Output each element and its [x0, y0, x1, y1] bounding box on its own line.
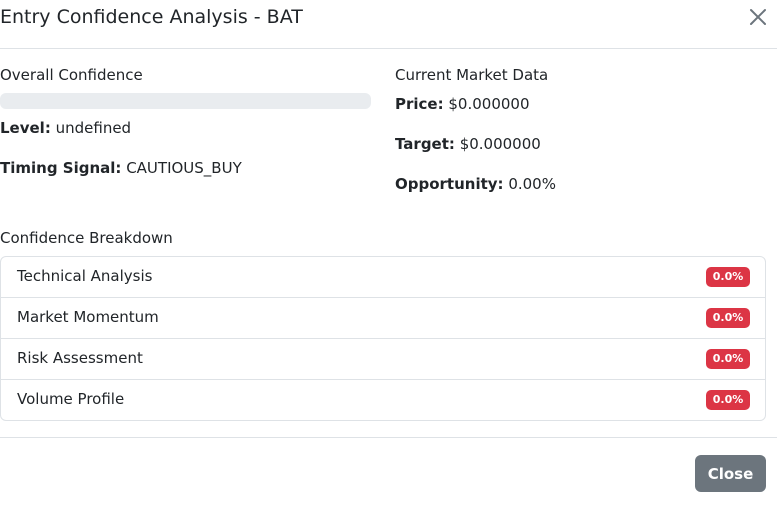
price-row: Price: $0.000000 [395, 95, 530, 113]
entry-confidence-modal: Entry Confidence Analysis - BAT Overall … [0, 0, 777, 505]
timing-signal-value: CAUTIOUS_BUY [126, 159, 242, 177]
breakdown-item-label: Technical Analysis [17, 267, 153, 285]
level-value: undefined [55, 119, 132, 137]
level-row: Level: undefined [0, 119, 131, 137]
breakdown-item-market-momentum: Market Momentum 0.0% [1, 298, 765, 339]
breakdown-score-badge: 0.0% [706, 390, 750, 410]
target-row: Target: $0.000000 [395, 135, 541, 153]
opportunity-row: Opportunity: 0.00% [395, 175, 556, 193]
breakdown-item-label: Volume Profile [17, 390, 125, 408]
confidence-progress [0, 93, 371, 109]
opportunity-label: Opportunity: [395, 175, 504, 193]
timing-signal-row: Timing Signal: CAUTIOUS_BUY [0, 159, 242, 177]
breakdown-score-badge: 0.0% [706, 267, 750, 287]
target-value: $0.000000 [459, 135, 541, 153]
overall-confidence-title: Overall Confidence [0, 66, 143, 84]
modal-header: Entry Confidence Analysis - BAT [0, 0, 777, 49]
breakdown-item-volume-profile: Volume Profile 0.0% [1, 380, 765, 420]
target-label: Target: [395, 135, 455, 153]
market-data-title: Current Market Data [395, 66, 549, 84]
confidence-breakdown-title: Confidence Breakdown [0, 229, 173, 247]
close-button[interactable]: Close [695, 455, 766, 492]
breakdown-item-risk-assessment: Risk Assessment 0.0% [1, 339, 765, 380]
breakdown-item-technical-analysis: Technical Analysis 0.0% [1, 257, 765, 298]
modal-title: Entry Confidence Analysis - BAT [0, 6, 303, 28]
price-label: Price: [395, 95, 444, 113]
price-value: $0.000000 [448, 95, 530, 113]
timing-signal-label: Timing Signal: [0, 159, 122, 177]
close-icon[interactable] [747, 6, 769, 28]
breakdown-score-badge: 0.0% [706, 349, 750, 369]
modal-footer: Close [0, 437, 777, 505]
breakdown-score-badge: 0.0% [706, 308, 750, 328]
opportunity-value: 0.00% [508, 175, 556, 193]
breakdown-item-label: Market Momentum [17, 308, 159, 326]
breakdown-item-label: Risk Assessment [17, 349, 143, 367]
level-label: Level: [0, 119, 51, 137]
confidence-breakdown-list: Technical Analysis 0.0% Market Momentum … [0, 256, 766, 421]
